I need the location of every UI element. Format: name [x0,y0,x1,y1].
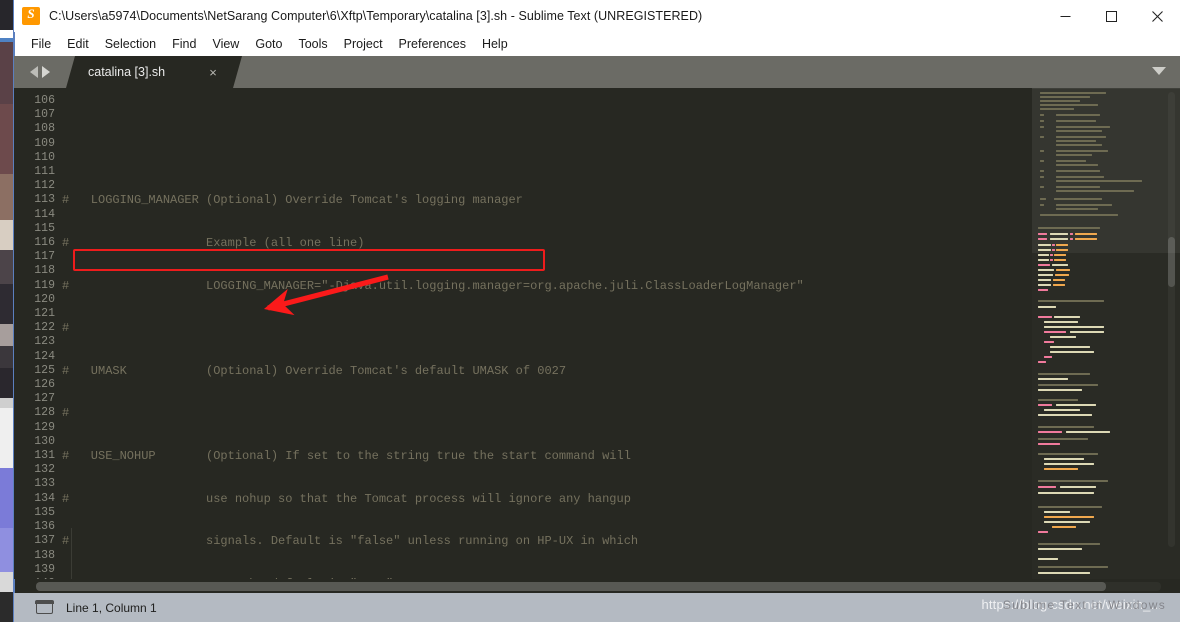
code-line: # USE_NOHUP (Optional) If set to the str… [62,449,1032,463]
line-number: 137 [34,534,55,548]
line-number: 109 [34,136,55,150]
line-number: 113 [34,193,55,207]
line-number: 126 [34,378,55,392]
code-text: # signals. Default is "false" unless run… [62,534,639,549]
maximize-button[interactable] [1088,0,1134,32]
tab-label: catalina [3].sh [88,65,166,79]
line-number: 121 [34,307,55,321]
menu-edit[interactable]: Edit [59,34,97,54]
line-number: 139 [34,562,55,576]
line-number: 128 [34,406,55,420]
code-line: # [62,321,1032,335]
line-number: 112 [34,179,55,193]
line-number: 140 [14,577,62,579]
code-text: # LOGGING_MANAGER="-Djava.util.logging.m… [62,278,804,293]
line-number: 130 [34,434,55,448]
menu-preferences[interactable]: Preferences [391,34,474,54]
line-number: 120 [34,292,55,306]
line-number: 138 [34,548,55,562]
next-tab-arrow-icon[interactable] [42,66,50,78]
code-line: # signals. Default is "false" unless run… [62,534,1032,548]
code-content[interactable]: # LOGGING_MANAGER (Optional) Override To… [62,88,1032,579]
code-text: # [62,321,70,336]
close-icon[interactable]: × [206,65,220,80]
window-title: C:\Users\a5974\Documents\NetSarang Compu… [49,9,703,23]
menu-selection[interactable]: Selection [97,34,164,54]
code-minimap[interactable] [1032,88,1180,579]
code-text: # use nohup so that the Tomcat process w… [62,491,631,506]
code-text: # case the default is "true" [62,577,393,579]
line-number: 136 [34,520,55,534]
line-number: 110 [34,150,55,164]
red-highlight-rectangle [73,249,545,271]
document-icon[interactable] [35,600,54,614]
line-number: 118 [34,264,55,278]
menu-project[interactable]: Project [336,34,391,54]
sublime-text-window: C:\Users\a5974\Documents\NetSarang Compu… [13,0,1180,622]
line-number: 129 [34,420,55,434]
horizontal-scrollbar-thumb[interactable] [36,581,1106,591]
close-button[interactable] [1134,0,1180,32]
code-line: # [62,406,1032,420]
sublime-text-icon [22,6,40,25]
status-bar: Line 1, Column 1 https://blog.csdn.net/w… [14,593,1180,622]
line-number: 134 [34,491,55,505]
menu-help[interactable]: Help [474,34,516,54]
code-line: # use nohup so that the Tomcat process w… [62,492,1032,506]
cursor-position-label: Line 1, Column 1 [66,600,157,615]
editor-area: 106 107 108 109 110 111 112 113 114 115 … [14,88,1180,579]
code-text: # UMASK (Optional) Override Tomcat's def… [62,363,567,378]
line-number: 127 [34,392,55,406]
watermark: https://blog.csdn.net/weixin_... Sublime… [862,597,1164,619]
line-number: 111 [34,165,55,179]
menu-tools[interactable]: Tools [290,34,335,54]
window-controls [1042,0,1180,32]
line-number: 125 [34,363,55,377]
tab-catalina-sh[interactable]: catalina [3].sh × [66,56,242,88]
minimap-scrollbar-track[interactable] [1168,92,1175,547]
menu-goto[interactable]: Goto [247,34,290,54]
chevron-down-icon[interactable] [1152,67,1166,75]
minimize-button[interactable] [1042,0,1088,32]
line-number: 133 [34,477,55,491]
code-text: # USE_NOHUP (Optional) If set to the str… [62,448,631,463]
code-text: # Example (all one line) [62,236,365,251]
tab-navigation [14,56,66,88]
line-number: 108 [34,122,55,136]
line-number: 107 [34,108,55,122]
line-number: 119 [34,278,55,292]
line-number: 135 [34,505,55,519]
line-number: 106 [34,94,55,107]
code-text: # [62,406,70,421]
line-number: 124 [34,349,55,363]
line-number-gutter: 106 107 108 109 110 111 112 113 114 115 … [14,88,62,579]
line-number: 123 [34,335,55,349]
line-number: 122 [34,321,55,335]
code-line: # case the default is "true" [62,577,1032,579]
line-number: 115 [34,221,55,235]
menu-file[interactable]: File [23,34,59,54]
watermark-subtitle: Sublime Text in Windows [1002,598,1166,612]
menu-bar: File Edit Selection Find View Goto Tools… [14,32,1180,56]
line-number: 116 [34,236,55,250]
code-line: # UMASK (Optional) Override Tomcat's def… [62,364,1032,378]
code-line: # LOGGING_MANAGER="-Djava.util.logging.m… [62,279,1032,293]
tab-strip: catalina [3].sh × [14,56,1180,88]
horizontal-scrollbar-track[interactable] [36,581,1161,591]
code-text: # LOGGING_MANAGER (Optional) Override To… [62,193,523,208]
line-number: 131 [34,449,55,463]
line-number: 132 [34,463,55,477]
menu-find[interactable]: Find [164,34,204,54]
prev-tab-arrow-icon[interactable] [30,66,38,78]
code-line: # Example (all one line) [62,236,1032,250]
minimap-scrollbar-thumb[interactable] [1168,237,1175,287]
menu-view[interactable]: View [204,34,247,54]
code-line: # LOGGING_MANAGER (Optional) Override To… [62,193,1032,207]
line-number: 117 [34,250,55,264]
horizontal-scrollbar[interactable] [14,579,1180,593]
line-number: 114 [34,207,55,221]
title-bar: C:\Users\a5974\Documents\NetSarang Compu… [14,0,1180,32]
